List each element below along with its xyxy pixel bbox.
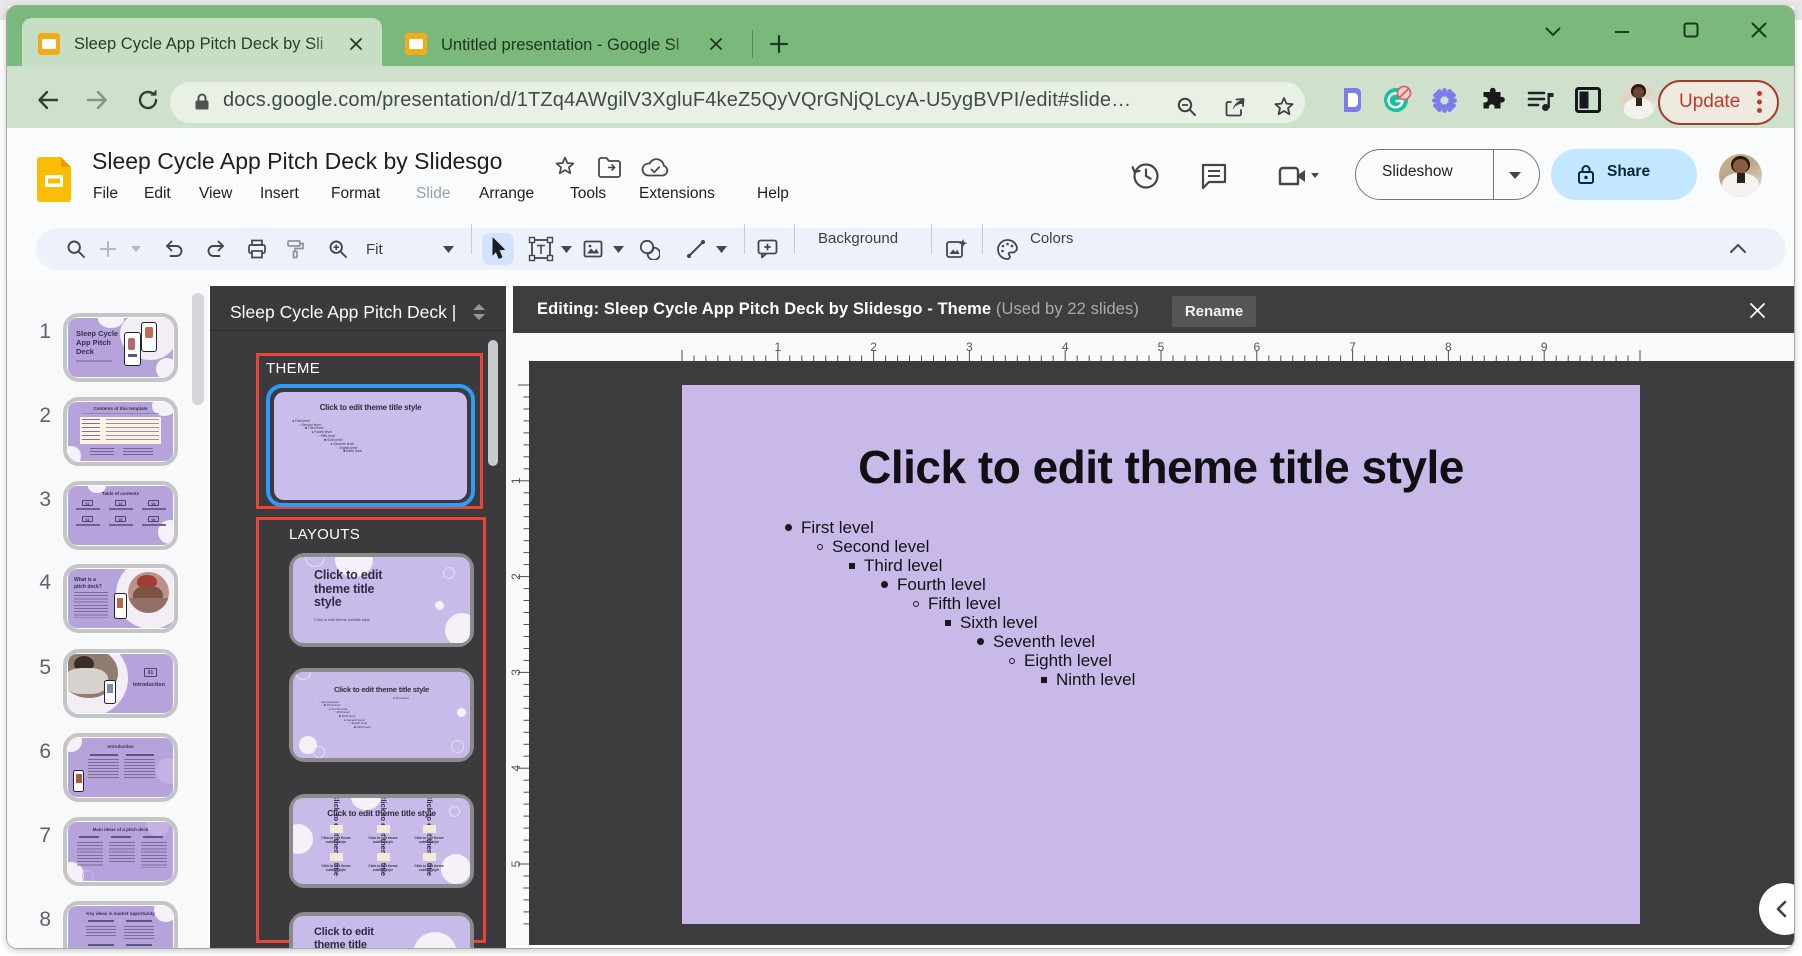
svg-text:4: 4 [509, 765, 523, 772]
svg-text:6: 6 [1253, 340, 1260, 354]
svg-text:3: 3 [509, 669, 523, 676]
svg-text:2: 2 [509, 573, 523, 580]
svg-text:3: 3 [966, 340, 973, 354]
svg-text:1: 1 [774, 340, 781, 354]
svg-text:2: 2 [870, 340, 877, 354]
svg-text:1: 1 [509, 477, 523, 484]
svg-text:7: 7 [1349, 340, 1356, 354]
svg-text:9: 9 [1541, 340, 1548, 354]
svg-text:5: 5 [1158, 340, 1165, 354]
svg-text:4: 4 [1062, 340, 1069, 354]
svg-text:8: 8 [1445, 340, 1452, 354]
svg-text:5: 5 [509, 860, 523, 867]
